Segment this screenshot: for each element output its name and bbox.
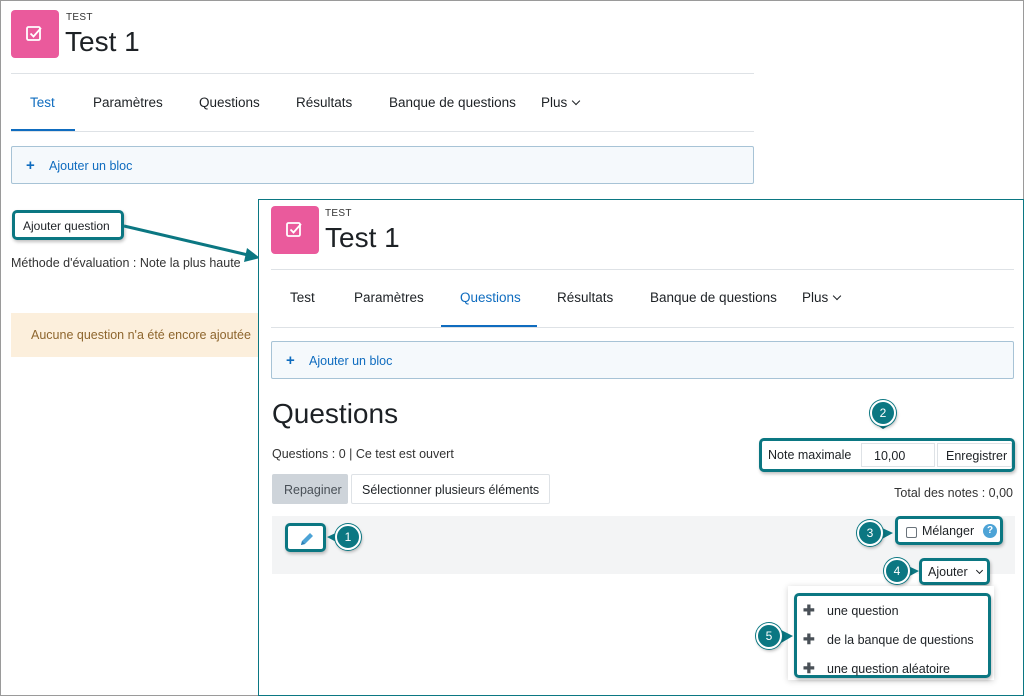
tab-plus[interactable]: Plus xyxy=(541,95,581,110)
divider xyxy=(11,73,754,74)
help-icon[interactable]: ? xyxy=(983,524,997,538)
menu-item-from-bank[interactable]: ✚ de la banque de questions xyxy=(803,631,974,648)
divider xyxy=(271,327,1014,328)
save-button[interactable]: Enregistrer xyxy=(937,443,1012,467)
add-block-label: Ajouter un bloc xyxy=(309,354,393,368)
tab-resultats[interactable]: Résultats xyxy=(296,95,352,110)
menu-item-label: une question xyxy=(827,604,899,618)
quiz-activity-icon xyxy=(271,206,319,254)
add-dropdown-button[interactable]: Ajouter xyxy=(919,558,990,585)
chevron-down-icon xyxy=(572,96,581,106)
add-dropdown-label: Ajouter xyxy=(928,565,968,579)
activity-kicker: TEST xyxy=(325,208,352,219)
plus-icon: ✚ xyxy=(803,602,815,618)
tab-banque-questions[interactable]: Banque de questions xyxy=(389,95,516,110)
divider xyxy=(271,269,1014,270)
select-multiple-label: Sélectionner plusieurs éléments xyxy=(362,483,540,497)
tab-parametres[interactable]: Paramètres xyxy=(354,290,424,305)
edit-page-button[interactable] xyxy=(285,523,326,552)
callout-marker-5: 5 xyxy=(756,623,782,649)
callout-marker-3: 3 xyxy=(857,520,883,546)
shuffle-checkbox[interactable] xyxy=(906,527,917,538)
tab-questions[interactable]: Questions xyxy=(460,290,521,305)
activity-kicker: TEST xyxy=(66,12,93,23)
alert-text: Aucune question n'a été encore ajoutée xyxy=(31,328,251,342)
shuffle-option: Mélanger ? xyxy=(895,516,1003,545)
plus-icon: ✚ xyxy=(803,660,815,676)
repaginate-label: Repaginer xyxy=(284,483,342,497)
add-question-button[interactable]: Ajouter question xyxy=(12,210,124,240)
add-block-label: Ajouter un bloc xyxy=(49,159,133,173)
max-grade-input[interactable]: 10,00 xyxy=(861,443,935,467)
tab-banque-questions[interactable]: Banque de questions xyxy=(650,290,777,305)
questions-heading: Questions xyxy=(272,398,399,429)
tab-parametres[interactable]: Paramètres xyxy=(93,95,163,110)
questions-page-panel: TEST Test 1 Test Paramètres Questions Ré… xyxy=(258,199,1024,696)
plus-icon: ✚ xyxy=(803,631,815,647)
menu-item-random-question[interactable]: ✚ une question aléatoire xyxy=(803,660,950,677)
chevron-down-icon xyxy=(975,566,984,575)
pencil-icon xyxy=(301,533,313,545)
repaginate-button[interactable]: Repaginer xyxy=(272,474,348,504)
plus-icon: + xyxy=(26,157,35,174)
page-title: Test 1 xyxy=(325,222,400,253)
plus-icon: + xyxy=(286,352,295,369)
menu-item-label: une question aléatoire xyxy=(827,662,951,676)
menu-item-new-question[interactable]: ✚ une question xyxy=(803,602,899,619)
shuffle-label: Mélanger xyxy=(922,524,975,538)
add-question-label: Ajouter question xyxy=(23,219,110,233)
quiz-status-text: Questions : 0 | Ce test est ouvert xyxy=(272,447,454,461)
tab-plus[interactable]: Plus xyxy=(802,290,842,305)
callout-marker-4: 4 xyxy=(884,558,910,584)
select-multiple-button[interactable]: Sélectionner plusieurs éléments xyxy=(351,474,550,504)
add-block-button[interactable]: + Ajouter un bloc xyxy=(271,341,1014,379)
tab-plus-label: Plus xyxy=(802,290,829,305)
max-grade-form: Note maximale 10,00 Enregistrer xyxy=(759,438,1015,472)
total-grades-text: Total des notes : 0,00 xyxy=(894,486,1013,500)
tab-questions[interactable]: Questions xyxy=(199,95,260,110)
tab-plus-label: Plus xyxy=(541,95,568,110)
grading-method-text: Méthode d'évaluation : Note la plus haut… xyxy=(11,256,241,270)
tab-test[interactable]: Test xyxy=(30,95,55,110)
max-grade-label: Note maximale xyxy=(768,448,852,462)
divider xyxy=(11,131,754,132)
callout-marker-2: 2 xyxy=(870,400,896,426)
no-questions-alert: Aucune question n'a été encore ajoutée xyxy=(11,313,259,357)
add-block-button[interactable]: + Ajouter un bloc xyxy=(11,146,754,184)
quiz-activity-icon xyxy=(11,10,59,58)
tab-resultats[interactable]: Résultats xyxy=(557,290,613,305)
tab-test[interactable]: Test xyxy=(290,290,315,305)
add-menu-items: ✚ une question ✚ de la banque de questions… xyxy=(794,593,991,678)
menu-item-label: de la banque de questions xyxy=(827,633,974,647)
page-title: Test 1 xyxy=(65,26,140,57)
callout-marker-1: 1 xyxy=(335,524,361,550)
chevron-down-icon xyxy=(833,291,842,301)
